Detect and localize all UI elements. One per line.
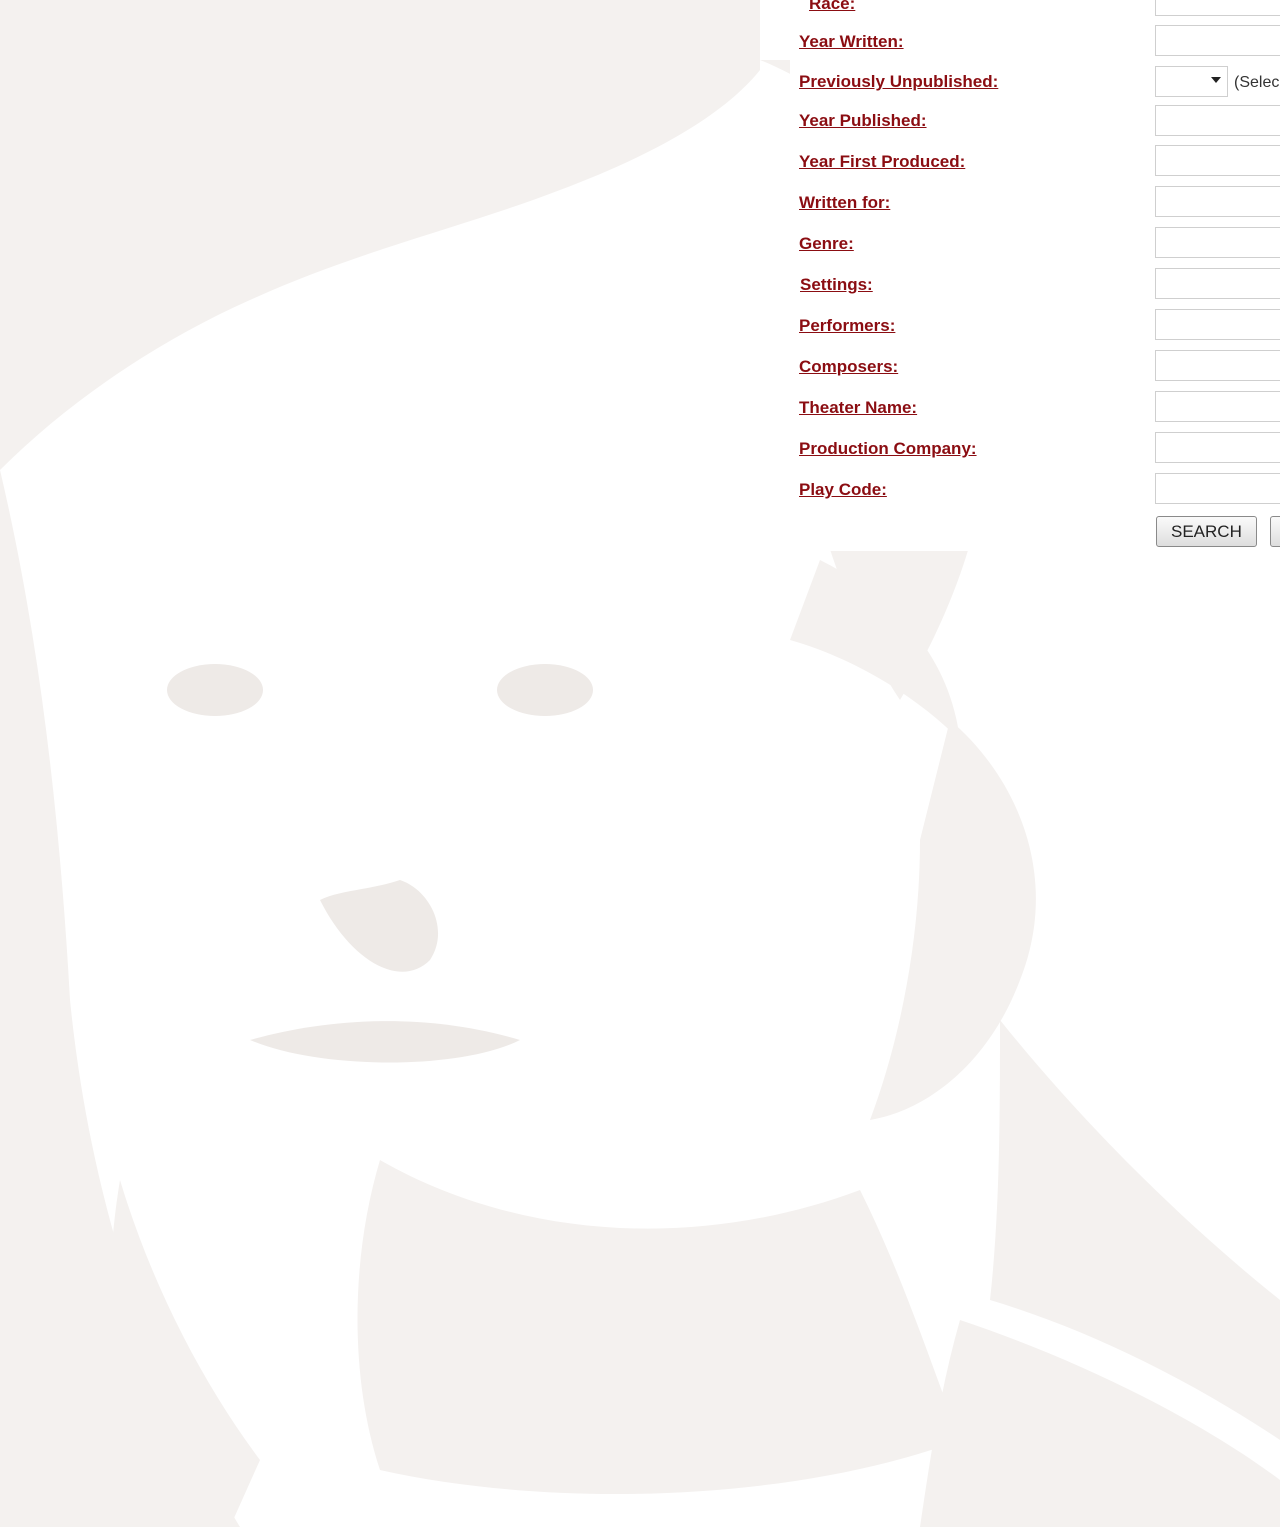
label-year-first-produced[interactable]: Year First Produced: [799,152,965,172]
year-published-input[interactable] [1155,105,1280,136]
reset-button[interactable] [1270,516,1280,547]
previously-unpublished-select[interactable] [1155,66,1228,97]
year-written-input[interactable] [1155,25,1280,56]
composers-input[interactable] [1155,350,1280,381]
label-previously-unpublished[interactable]: Previously Unpublished: [799,72,998,92]
label-written-for[interactable]: Written for: [799,193,890,213]
settings-input[interactable] [1155,268,1280,299]
label-genre[interactable]: Genre: [799,234,854,254]
label-play-code[interactable]: Play Code: [799,480,887,500]
year-first-produced-input[interactable] [1155,145,1280,176]
written-for-input[interactable] [1155,186,1280,217]
label-performers[interactable]: Performers: [799,316,895,336]
label-settings[interactable]: Settings: [800,275,873,295]
theater-name-input[interactable] [1155,391,1280,422]
genre-input[interactable] [1155,227,1280,258]
performers-input[interactable] [1155,309,1280,340]
advanced-search-form: Race: Year Written: Previously Unpublish… [790,0,1280,551]
label-production-company[interactable]: Production Company: [799,439,977,459]
select-hint: (Selec [1234,74,1280,91]
label-race[interactable]: Race: [809,0,855,14]
production-company-input[interactable] [1155,432,1280,463]
label-year-written[interactable]: Year Written: [799,32,904,52]
search-button[interactable]: SEARCH [1156,516,1257,547]
label-theater-name[interactable]: Theater Name: [799,398,917,418]
chevron-down-icon [1211,77,1221,83]
play-code-input[interactable] [1155,473,1280,504]
label-composers[interactable]: Composers: [799,357,898,377]
race-input[interactable] [1155,0,1280,16]
label-year-published[interactable]: Year Published: [799,111,927,131]
